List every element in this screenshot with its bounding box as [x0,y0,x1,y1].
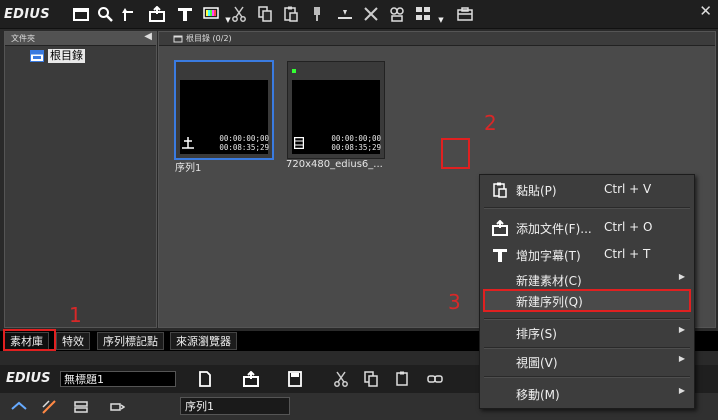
copy-icon[interactable] [256,5,274,23]
clip-name[interactable]: 720x480_edius6_... [286,159,383,170]
menu-item-shortcut: Ctrl + T [604,247,651,261]
menu-item-label: 視圖(V) [516,356,558,370]
menu-item-add-title[interactable]: 增加字幕(T) Ctrl + T [480,242,694,268]
menu-separator [484,376,690,378]
clip-icon [293,136,305,152]
paste-icon[interactable] [282,5,300,23]
menu-item-label: 新建素材(C) [516,274,582,288]
clip-item[interactable]: 00:00:00;00 00:08:35;29 [287,61,385,159]
timeline-icon[interactable] [336,5,354,23]
submenu-arrow-icon: ▶ [678,272,685,281]
clip-timecode-in: 00:00:00;00 [331,134,381,143]
copy-icon[interactable] [362,370,380,388]
annotation-number: 1 [69,303,82,327]
submenu-arrow-icon: ▶ [678,354,685,363]
menu-item-add-file[interactable]: 添加文件(F)... Ctrl + O [480,215,694,241]
menu-item-label: 排序(S) [516,327,557,341]
cut-icon[interactable] [332,370,350,388]
color-bars-icon[interactable] [202,5,220,23]
tab-effects[interactable]: 特效 [56,332,90,350]
save-icon[interactable] [286,370,304,388]
annotation-number: 2 [484,111,497,135]
add-file-icon[interactable] [148,5,166,23]
folder-tree-root-label: 根目錄 [48,48,85,63]
menu-item-label: 增加字幕(T) [516,249,581,263]
folder-icon[interactable] [72,5,90,23]
menu-item-move[interactable]: 移動(M) ▶ [480,381,694,407]
annotation-box-click [441,138,470,169]
track-mode-icon[interactable] [10,398,28,416]
menu-item-view[interactable]: 視圖(V) ▶ [480,349,694,375]
clip-status-indicator [292,69,296,73]
folder-icon [30,49,44,62]
settings-icon[interactable] [456,5,474,23]
folder-panel: 文件夾 ◀ 根目錄 [4,31,157,328]
clip-item[interactable]: 00:00:00;00 00:08:35;29 [174,60,274,160]
paste-icon [491,181,508,198]
menu-item-new-sequence[interactable]: 新建序列(Q) [483,289,691,312]
bin-panel-header: 根目錄 (0/2) [159,32,715,46]
folder-tree-root[interactable]: 根目錄 [30,48,85,63]
ripple-icon[interactable] [40,398,58,416]
annotation-number: 3 [448,290,461,314]
sync-icon[interactable] [72,398,90,416]
app-logo: EDIUS [4,7,50,22]
add-file-icon[interactable] [242,370,260,388]
clip-timecode-in: 00:00:00;00 [219,134,269,143]
paste-icon[interactable] [394,370,412,388]
collapse-icon[interactable]: ◀ [144,31,152,42]
title-icon[interactable] [176,5,194,23]
clip-name[interactable]: 序列1 [175,159,201,174]
folder-icon [173,35,183,42]
delete-icon[interactable] [362,5,380,23]
up-folder-icon[interactable] [120,5,138,23]
sequence-tab[interactable]: 序列1 [180,397,290,415]
tab-source-browser[interactable]: 來源瀏覽器 [170,332,237,350]
app-logo: EDIUS [6,371,51,386]
project-name-field[interactable]: 無標題1 [60,371,176,387]
clip-timecode-out: 00:08:35;29 [331,143,381,152]
menu-item-label: 黏貼(P) [516,184,557,198]
main-toolbar: EDIUS ▼ ▼ ✕ [0,0,718,29]
sequence-icon [182,137,194,152]
close-icon[interactable]: ✕ [699,2,712,20]
link-icon[interactable] [426,370,444,388]
menu-item-shortcut: Ctrl + O [604,220,653,234]
group-icon[interactable] [108,398,126,416]
new-file-icon[interactable] [196,370,214,388]
title-icon [491,246,508,263]
submenu-arrow-icon: ▶ [678,325,685,334]
submenu-arrow-icon: ▶ [678,386,685,395]
chevron-down-icon[interactable]: ▼ [432,11,450,29]
pin-icon[interactable] [308,5,326,23]
bin-title: 根目錄 (0/2) [186,34,232,43]
tab-sequence-markers[interactable]: 序列標記點 [97,332,164,350]
properties-icon[interactable] [388,5,406,23]
menu-item-label: 移動(M) [516,388,560,402]
menu-item-paste[interactable]: 黏貼(P) Ctrl + V [480,177,694,203]
menu-item-shortcut: Ctrl + V [604,182,652,196]
folder-panel-title: 文件夾 [11,34,35,43]
folder-panel-header: 文件夾 ◀ [5,31,156,46]
context-menu: 黏貼(P) Ctrl + V 添加文件(F)... Ctrl + O 增加字幕(… [479,174,695,409]
cut-icon[interactable] [230,5,248,23]
menu-separator [484,207,690,209]
search-icon[interactable] [96,5,114,23]
menu-item-label: 添加文件(F)... [516,222,592,236]
menu-item-sort[interactable]: 排序(S) ▶ [480,320,694,346]
menu-item-label: 新建序列(Q) [516,295,583,309]
annotation-box-tab [3,329,56,351]
clip-timecode-out: 00:08:35;29 [219,143,269,152]
view-icon[interactable] [414,5,432,23]
add-file-icon [491,219,508,236]
